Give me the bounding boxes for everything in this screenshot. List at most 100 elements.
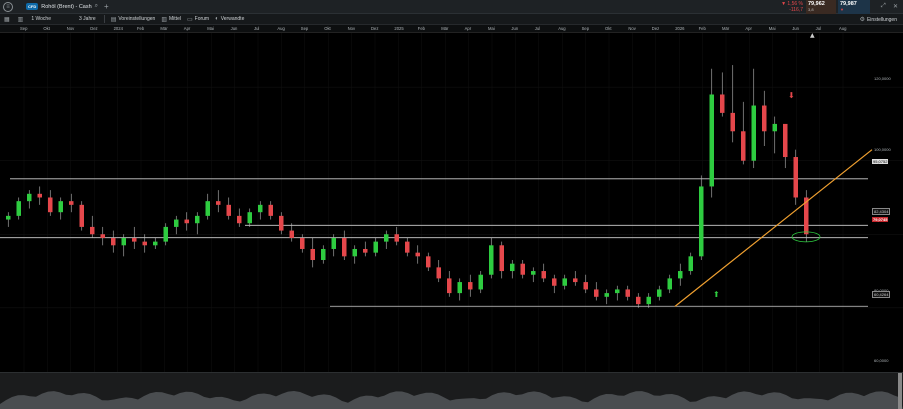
candle-up: [604, 293, 609, 297]
candle-down: [90, 226, 95, 235]
time-axis-label: Dez: [651, 26, 660, 31]
time-axis-label: Okt: [324, 26, 331, 31]
layout-icon[interactable]: ▥: [18, 16, 24, 23]
level-tag-low: 60,4264: [872, 291, 891, 298]
candle-up: [510, 263, 515, 272]
search-icon[interactable]: ⌕: [95, 3, 98, 10]
candle-up: [772, 123, 777, 132]
candle-up: [751, 105, 756, 161]
up-arrow-icon: ⬆: [713, 290, 720, 299]
candle-up: [205, 201, 210, 216]
related-icon: ◐: [215, 16, 219, 22]
time-axis-label: Mär: [441, 26, 449, 31]
candle-up: [657, 289, 662, 297]
candle-down: [426, 256, 431, 268]
time-axis-label: Aug: [277, 26, 285, 31]
candle-down: [279, 215, 284, 231]
candle-down: [184, 219, 189, 224]
candle-down: [793, 157, 798, 198]
candle-up: [562, 278, 567, 286]
navigator-handle[interactable]: [898, 373, 902, 409]
ask-box[interactable]: 79,987 ▼: [838, 0, 870, 14]
level-tag-upper: 95,0752: [872, 159, 889, 164]
related-button[interactable]: ◐ Verwandte: [215, 16, 244, 22]
instrument-name[interactable]: Rohöl (Brent) - Cash: [41, 4, 91, 10]
settings-label: Einstellungen: [866, 16, 897, 23]
candle-down: [363, 248, 368, 253]
candle-up: [457, 282, 462, 294]
price-tick: 100,0000: [874, 147, 891, 152]
candle-up: [373, 241, 378, 253]
candle-down: [594, 289, 599, 297]
candle-down: [405, 241, 410, 253]
candle-up: [321, 248, 326, 261]
down-arrow-icon: ⬇: [788, 91, 795, 100]
time-axis-label: Mär: [722, 26, 730, 31]
volume-area: [0, 391, 903, 409]
candle-up: [667, 278, 672, 290]
presets-button[interactable]: ▤ Voreinstellungen: [111, 16, 156, 23]
candle-down: [226, 204, 231, 216]
grid-icon[interactable]: ▦: [4, 16, 10, 23]
close-icon[interactable]: ✕: [893, 3, 898, 10]
candle-down: [79, 204, 84, 227]
candle-up: [709, 94, 714, 187]
candle-down: [552, 278, 557, 286]
time-axis-label: Feb: [417, 26, 426, 31]
candle-up: [478, 274, 483, 290]
candle-up: [384, 234, 389, 242]
candle-down: [394, 234, 399, 242]
candle-up: [58, 201, 63, 213]
candle-down: [216, 201, 221, 205]
current-price-tag: 79,0745: [872, 217, 889, 222]
time-axis-label: 2026: [675, 26, 685, 31]
candle-down: [468, 282, 473, 290]
forum-button[interactable]: ▭ Forum: [187, 16, 209, 23]
indicator-button[interactable]: ▥ Mittel: [161, 16, 181, 23]
time-axis-label: Apr: [183, 26, 191, 31]
candle-up: [247, 212, 252, 224]
navigator-volume[interactable]: [0, 372, 903, 409]
time-axis-label: 2024: [113, 26, 123, 31]
time-axis-label: Nov: [347, 26, 356, 31]
candle-down: [237, 215, 242, 224]
candle-up: [121, 237, 126, 246]
candle-down: [436, 267, 441, 279]
candle-up: [27, 193, 32, 202]
candle-down: [720, 94, 725, 113]
time-axis-label: Jun: [792, 26, 799, 31]
chart-toolbar: ▦ ▥ 1 Woche 3 Jahre ▤ Voreinstellungen ▥ M…: [0, 14, 903, 25]
candle-down: [636, 296, 641, 305]
candle-up: [646, 296, 651, 305]
time-axis-label: Aug: [558, 26, 566, 31]
candle-down: [310, 248, 315, 261]
time-axis-label: Okt: [605, 26, 612, 31]
candle-down: [48, 197, 53, 213]
candle-down: [520, 263, 525, 275]
presets-label: Voreinstellungen: [118, 16, 156, 22]
time-axis-label: 2025: [394, 26, 404, 31]
candle-down: [783, 123, 788, 158]
price-chart[interactable]: ⬆ ⬇ ▲: [0, 33, 903, 372]
circle-menu-icon[interactable]: ≡: [3, 1, 13, 12]
range-select[interactable]: 3 Jahre: [79, 16, 96, 22]
candle-down: [111, 237, 116, 246]
related-label: Verwandte: [220, 16, 245, 22]
candle-down: [730, 112, 735, 132]
settings-button[interactable]: ⚙ Einstellungen: [860, 16, 897, 24]
bid-box[interactable]: 79,962 3,8: [806, 0, 836, 14]
time-axis-label: Mai: [768, 26, 776, 31]
candle-down: [289, 230, 294, 238]
settings-icon: ▤: [110, 16, 117, 23]
interval-select[interactable]: 1 Woche: [31, 16, 51, 22]
time-axis-label: Okt: [43, 26, 50, 31]
candle-down: [300, 237, 305, 249]
plus-icon[interactable]: +: [104, 2, 109, 11]
time-axis-label: Dez: [371, 26, 379, 31]
time-axis-label: Sep: [581, 26, 590, 31]
time-axis-label: Feb: [137, 26, 145, 31]
expand-icon[interactable]: ⤢: [881, 3, 886, 10]
candle-down: [342, 237, 347, 257]
candle-up: [352, 248, 357, 257]
candle-up: [688, 256, 693, 272]
